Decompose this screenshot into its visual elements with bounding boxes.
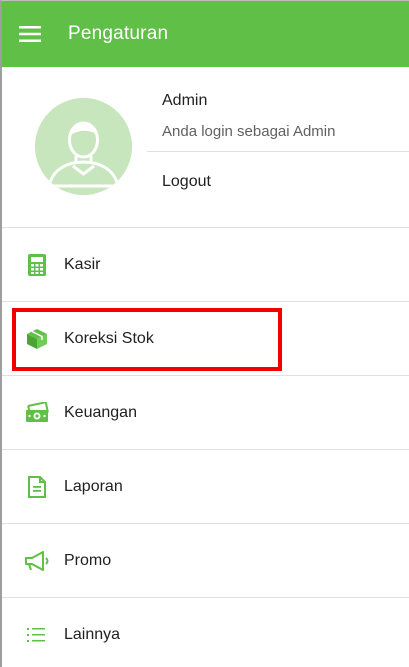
hamburger-menu-icon — [19, 26, 41, 42]
menu-item-kasir[interactable]: Kasir — [2, 227, 409, 301]
profile-divider — [147, 151, 409, 152]
document-icon — [24, 474, 50, 500]
list-icon — [24, 622, 50, 648]
profile-header: Admin Anda login sebagai Admin Logout — [2, 67, 409, 227]
menu-item-label: Koreksi Stok — [64, 329, 154, 347]
menu-item-lainnya[interactable]: Lainnya — [2, 597, 409, 667]
logout-button[interactable]: Logout — [162, 173, 211, 191]
menu-item-label: Lainnya — [64, 625, 121, 643]
box-icon — [24, 326, 50, 352]
settings-menu-list: Kasir Koreksi Stok Keuangan Laporan Prom… — [2, 227, 409, 667]
calculator-icon — [24, 252, 50, 278]
menu-item-laporan[interactable]: Laporan — [2, 449, 409, 523]
settings-screen: Pengaturan Admin Anda login sebagai Admi… — [0, 0, 409, 667]
app-bar: Pengaturan — [2, 1, 409, 67]
avatar — [35, 98, 132, 195]
page-title: Pengaturan — [68, 23, 169, 44]
money-icon — [24, 400, 50, 426]
menu-item-label: Laporan — [64, 477, 123, 495]
user-avatar-icon — [35, 98, 132, 195]
menu-item-promo[interactable]: Promo — [2, 523, 409, 597]
menu-item-label: Promo — [64, 551, 112, 569]
menu-item-label: Kasir — [64, 255, 101, 273]
login-role-text: Anda login sebagai Admin — [162, 123, 336, 140]
megaphone-icon — [24, 548, 50, 574]
hamburger-menu-button[interactable] — [2, 1, 58, 67]
menu-item-koreksi-stok[interactable]: Koreksi Stok — [2, 301, 409, 375]
menu-item-label: Keuangan — [64, 403, 137, 421]
menu-item-keuangan[interactable]: Keuangan — [2, 375, 409, 449]
user-name: Admin — [162, 92, 208, 109]
